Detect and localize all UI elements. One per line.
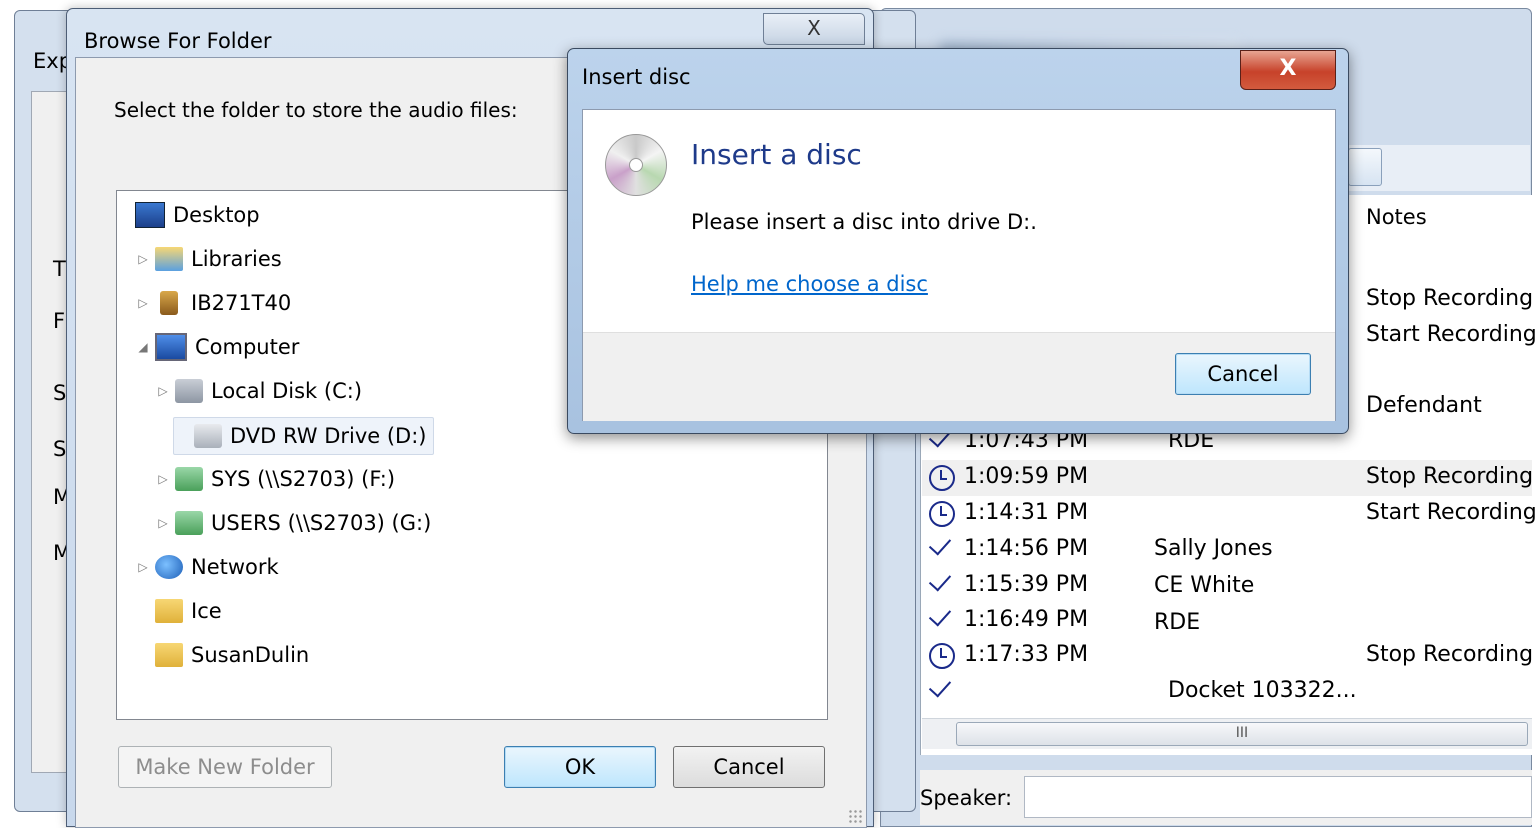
insert-message: Please insert a disc into drive D:.: [691, 210, 1037, 234]
libraries-icon: [155, 247, 183, 271]
time-cell: 1:09:59 PM: [964, 464, 1089, 489]
speaker-cell: Sally Jones: [1154, 536, 1273, 561]
insert-heading: Insert a disc: [691, 138, 862, 171]
tree-item-label: Computer: [195, 335, 300, 359]
tree-item-dvd-drive[interactable]: DVD RW Drive (D:): [173, 417, 434, 455]
insert-dialog-footer: Cancel: [583, 332, 1335, 421]
expand-arrow-icon[interactable]: ▷: [155, 516, 171, 530]
expand-arrow-icon[interactable]: ▷: [155, 384, 171, 398]
note-cell: Defendant: [1366, 393, 1482, 418]
clock-icon: [929, 465, 955, 491]
tree-item-label: Ice: [191, 599, 222, 623]
insert-dialog-title: Insert disc: [582, 65, 691, 89]
expand-arrow-icon[interactable]: ▷: [155, 472, 171, 486]
export-field-label: T: [53, 257, 66, 281]
collapse-arrow-icon[interactable]: ◢: [135, 340, 151, 354]
help-link[interactable]: Help me choose a disc: [691, 272, 928, 296]
expand-arrow-icon[interactable]: ▷: [135, 252, 151, 266]
close-button[interactable]: X: [1240, 50, 1336, 90]
network-drive-icon: [175, 511, 203, 535]
tree-item-susandulin[interactable]: SusanDulin: [155, 637, 309, 673]
speaker-row: Speaker:: [920, 770, 1532, 825]
make-new-folder-button[interactable]: Make New Folder: [118, 746, 332, 788]
note-cell: Stop Recording: [1366, 464, 1534, 489]
local-disk-icon: [175, 379, 203, 403]
tree-item-label: DVD RW Drive (D:): [230, 424, 427, 448]
resize-grip-icon[interactable]: [848, 809, 862, 823]
cancel-button[interactable]: Cancel: [673, 746, 825, 788]
tree-item-label: USERS (\\S2703) (G:): [211, 511, 432, 535]
tree-item-ice[interactable]: Ice: [155, 593, 222, 629]
note-cell: Start Recording: [1366, 322, 1535, 347]
user-folder-icon: [160, 291, 178, 315]
speaker-cell: CE White: [1154, 573, 1255, 598]
speaker-input[interactable]: [1024, 776, 1532, 818]
time-cell: 1:14:31 PM: [964, 500, 1089, 525]
export-field-label: S: [53, 381, 67, 405]
close-button[interactable]: X: [763, 13, 865, 45]
disc-icon: [605, 134, 667, 196]
speaker-label: Speaker:: [920, 786, 1013, 810]
insert-cancel-button[interactable]: Cancel: [1175, 353, 1311, 395]
time-cell: 1:16:49 PM: [964, 607, 1089, 632]
close-icon: X: [1279, 56, 1297, 81]
tree-item-network[interactable]: ▷ Network: [135, 549, 279, 585]
tree-item-users-drive[interactable]: ▷ USERS (\\S2703) (G:): [155, 505, 431, 541]
network-icon: [155, 555, 183, 579]
ok-button[interactable]: OK: [504, 746, 656, 788]
clock-icon: [929, 501, 955, 527]
speaker-cell: Docket 103322...: [1168, 678, 1357, 703]
folder-icon: [155, 643, 183, 667]
tree-item-label: Local Disk (C:): [211, 379, 363, 403]
refresh-icon[interactable]: [1348, 148, 1382, 186]
tree-item-local-disk[interactable]: ▷ Local Disk (C:): [155, 373, 362, 409]
time-cell: 1:17:33 PM: [964, 642, 1089, 667]
computer-icon: [155, 333, 187, 361]
time-cell: 1:14:56 PM: [964, 536, 1089, 561]
tree-item-label: Desktop: [173, 203, 260, 227]
speaker-cell: RDE: [1154, 610, 1201, 635]
tree-item-label: SusanDulin: [191, 643, 310, 667]
tree-item-label: SYS (\\S2703) (F:): [211, 467, 396, 491]
folder-icon: [155, 599, 183, 623]
clock-icon: [929, 643, 955, 669]
tree-item-label: Libraries: [191, 247, 282, 271]
tree-item-label: Network: [191, 555, 279, 579]
desktop-icon: [135, 202, 165, 228]
tree-item-desktop[interactable]: Desktop: [135, 197, 260, 233]
dvd-drive-icon: [194, 424, 222, 448]
notes-column-header[interactable]: Notes: [1366, 205, 1427, 229]
tree-item-computer[interactable]: ◢ Computer: [135, 329, 299, 365]
browse-prompt: Select the folder to store the audio fil…: [114, 98, 518, 122]
insert-disc-dialog: Insert disc X Insert a disc Please inser…: [567, 48, 1349, 434]
export-field-label: S: [53, 437, 67, 461]
insert-dialog-body: Insert a disc Please insert a disc into …: [582, 109, 1336, 421]
expand-arrow-icon[interactable]: ▷: [135, 560, 151, 574]
time-cell: 1:15:39 PM: [964, 572, 1089, 597]
tree-item-sys-drive[interactable]: ▷ SYS (\\S2703) (F:): [155, 461, 395, 497]
browse-dialog-title: Browse For Folder: [84, 29, 272, 53]
note-cell: Start Recording: [1366, 500, 1535, 525]
note-cell: Stop Recording: [1366, 286, 1534, 311]
note-cell: Stop Recording: [1366, 642, 1534, 667]
expand-arrow-icon[interactable]: ▷: [135, 296, 151, 310]
network-drive-icon: [175, 467, 203, 491]
scrollbar-thumb[interactable]: III: [956, 722, 1528, 746]
tree-item-label: IB271T40: [191, 291, 292, 315]
close-icon: X: [807, 16, 821, 40]
tree-item-libraries[interactable]: ▷ Libraries: [135, 241, 282, 277]
export-field-label: F: [53, 309, 66, 333]
horizontal-scrollbar[interactable]: III: [922, 718, 1532, 749]
tree-item-user[interactable]: ▷ IB271T40: [135, 285, 291, 321]
